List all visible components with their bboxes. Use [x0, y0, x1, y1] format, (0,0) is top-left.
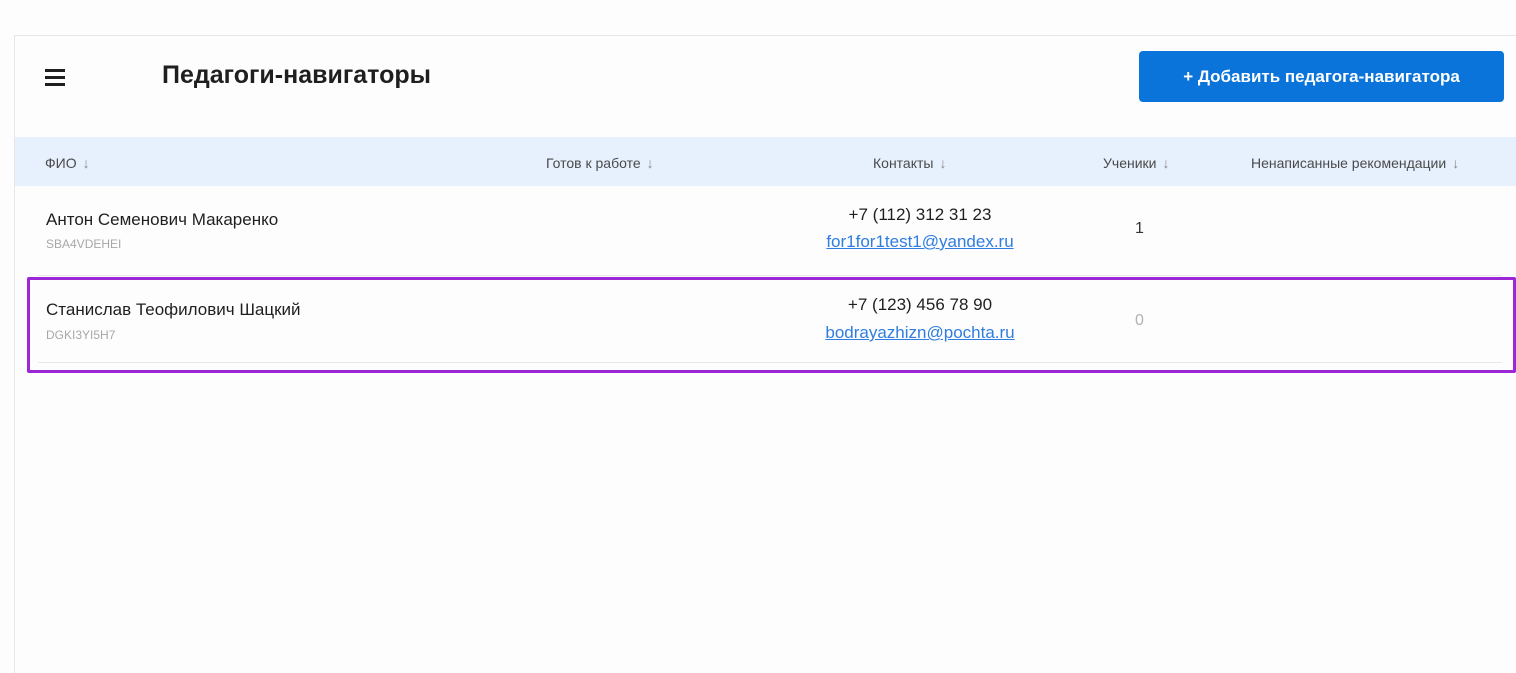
arrow-down-icon: ↓: [1452, 155, 1460, 171]
column-label: Ненаписанные рекомендации: [1251, 155, 1447, 171]
teacher-name[interactable]: Антон Семенович Макаренко: [46, 210, 278, 230]
column-label: Контакты: [873, 155, 934, 171]
arrow-down-icon: ↓: [646, 155, 654, 171]
teacher-email-link[interactable]: for1for1test1@yandex.ru: [770, 232, 1070, 252]
top-divider: [14, 35, 1516, 36]
column-header-unwritten-recommendations[interactable]: Ненаписанные рекомендации ↓: [1251, 155, 1459, 171]
arrow-down-icon: ↓: [939, 155, 947, 171]
column-header-full-name[interactable]: ФИО ↓: [45, 155, 90, 171]
hamburger-menu-icon[interactable]: [45, 68, 71, 88]
arrow-down-icon: ↓: [1162, 155, 1170, 171]
arrow-down-icon: ↓: [82, 155, 90, 171]
page-title: Педагоги-навигаторы: [162, 61, 431, 89]
column-header-students[interactable]: Ученики ↓: [1103, 155, 1169, 171]
table-row[interactable]: [15, 187, 1502, 275]
add-teacher-navigator-button[interactable]: + Добавить педагога-навигатора: [1139, 51, 1504, 102]
column-label: Ученики: [1103, 155, 1157, 171]
teachers-navigators-page: Педагоги-навигаторы + Добавить педагога-…: [0, 0, 1516, 673]
column-header-contacts[interactable]: Контакты ↓: [873, 155, 946, 171]
teacher-phone: +7 (112) 312 31 23: [848, 205, 992, 224]
teacher-code: SBA4VDEHEI: [46, 237, 122, 251]
students-count: 1: [1135, 220, 1144, 237]
row-divider: [38, 275, 1502, 276]
column-header-ready-to-work[interactable]: Готов к работе ↓: [546, 155, 654, 171]
selected-row-highlight: [27, 277, 1516, 373]
column-label: Готов к работе: [546, 155, 641, 171]
column-label: ФИО: [45, 155, 77, 171]
